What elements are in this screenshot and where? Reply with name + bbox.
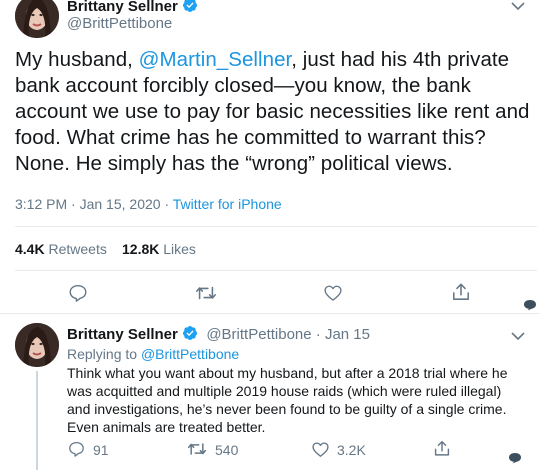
avatar[interactable] <box>15 323 59 367</box>
retweets-count: 4.4K <box>15 241 45 257</box>
thread-line <box>36 371 38 470</box>
author-name[interactable]: Brittany Sellner <box>67 326 178 343</box>
divider <box>15 270 537 271</box>
mention-link[interactable]: @Martin_Sellner <box>139 48 292 71</box>
reply-author-row: Brittany Sellner @BrittPettibone · Jan 1… <box>67 325 370 344</box>
tweet-date[interactable]: Jan 15 <box>325 326 370 343</box>
chat-bubble-icon[interactable] <box>508 451 522 469</box>
tweet-source[interactable]: Twitter for iPhone <box>173 196 282 212</box>
heart-icon[interactable] <box>324 285 342 301</box>
author-name[interactable]: Brittany Sellner <box>67 0 178 15</box>
verified-badge-icon <box>182 325 198 341</box>
reply-count: 91 <box>93 442 109 458</box>
retweet-icon[interactable] <box>195 285 217 301</box>
meta-separator: · <box>311 326 325 343</box>
tweet-text: My husband, @Martin_Sellner, just had hi… <box>15 47 545 177</box>
replying-to: Replying to @BrittPettibone <box>67 346 239 362</box>
divider <box>0 313 540 314</box>
likes-count: 12.8K <box>122 241 160 257</box>
retweet-count: 540 <box>215 442 239 458</box>
share-icon[interactable] <box>452 283 470 301</box>
retweets-stat[interactable]: 4.4K Retweets <box>15 241 107 257</box>
chevron-down-icon[interactable] <box>511 328 525 346</box>
heart-icon[interactable] <box>312 442 329 457</box>
likes-stat[interactable]: 12.8K Likes <box>122 241 196 257</box>
reply-text: Think what you want about my husband, bu… <box>67 365 508 435</box>
divider <box>15 226 537 227</box>
meta-separator: · <box>67 196 80 212</box>
chevron-down-icon[interactable] <box>511 0 525 16</box>
avatar[interactable] <box>15 0 59 38</box>
author-row: Brittany Sellner <box>67 0 198 16</box>
retweets-label: Retweets <box>48 241 107 257</box>
verified-badge-icon <box>182 0 198 13</box>
likes-label: Likes <box>163 241 196 257</box>
reply-icon[interactable] <box>68 441 85 457</box>
tweet-text-part: My husband, <box>15 48 139 71</box>
share-icon[interactable] <box>434 440 450 457</box>
retweet-icon[interactable] <box>187 442 207 456</box>
author-handle[interactable]: @BrittPettibone <box>67 15 172 32</box>
author-handle[interactable]: @BrittPettibone <box>206 326 311 343</box>
tweet-date[interactable]: Jan 15, 2020 <box>80 196 161 212</box>
replying-prefix: Replying to <box>67 346 141 362</box>
reply-icon[interactable] <box>68 284 88 302</box>
like-count: 3.2K <box>337 442 366 458</box>
tweet-meta: 3:12 PM · Jan 15, 2020 · Twitter for iPh… <box>15 196 282 212</box>
tweet-time[interactable]: 3:12 PM <box>15 196 67 212</box>
meta-separator: · <box>160 196 173 212</box>
replying-to-link[interactable]: @BrittPettibone <box>141 346 239 362</box>
